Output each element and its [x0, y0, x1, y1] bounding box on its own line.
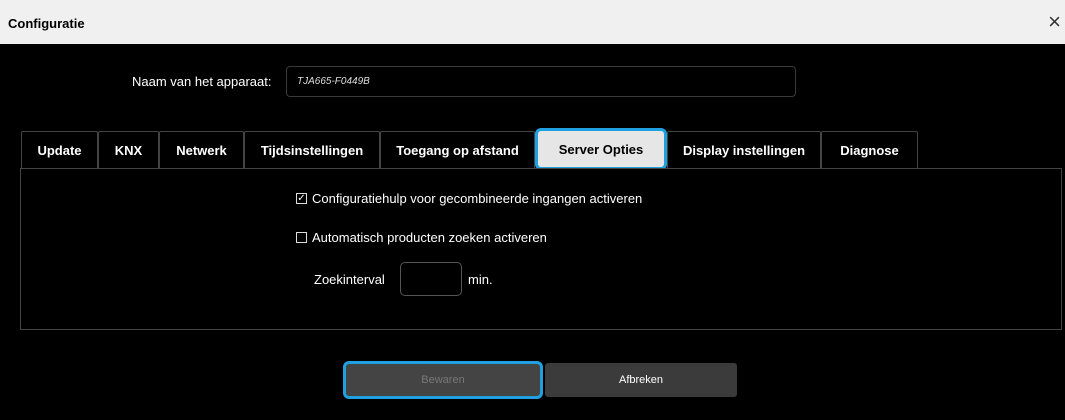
auto-search-option[interactable]: Automatisch producten zoeken activeren	[296, 230, 547, 245]
auto-search-checkbox[interactable]	[296, 232, 307, 243]
tab-display-instellingen[interactable]: Display instellingen	[667, 131, 821, 168]
config-help-label: Configuratiehulp voor gecombineerde inga…	[312, 191, 643, 206]
tab-toegang-op-afstand[interactable]: Toegang op afstand	[380, 131, 535, 168]
cancel-button[interactable]: Afbreken	[545, 363, 737, 397]
config-help-option[interactable]: ✓ Configuratiehulp voor gecombineerde in…	[296, 191, 642, 206]
tab-knx[interactable]: KNX	[98, 131, 159, 168]
interval-label: Zoekinterval	[314, 272, 385, 287]
dialog-title: Configuratie	[8, 16, 85, 31]
device-name-input[interactable]: TJA665-F0449B	[286, 66, 796, 97]
title-bar: Configuratie ×	[0, 0, 1065, 44]
save-button[interactable]: Bewaren	[343, 361, 543, 399]
tab-netwerk[interactable]: Netwerk	[159, 131, 244, 168]
auto-search-label: Automatisch producten zoeken activeren	[312, 230, 547, 245]
tab-tijdsinstellingen[interactable]: Tijdsinstellingen	[244, 131, 380, 168]
tab-server-opties[interactable]: Server Opties	[535, 128, 667, 170]
device-name-label: Naam van het apparaat:	[132, 74, 272, 89]
interval-unit: min.	[468, 272, 493, 287]
tab-update[interactable]: Update	[21, 131, 98, 168]
tab-diagnose[interactable]: Diagnose	[821, 131, 918, 168]
config-help-checkbox[interactable]: ✓	[296, 193, 307, 204]
interval-input[interactable]	[400, 262, 462, 296]
close-icon[interactable]: ×	[1048, 11, 1061, 33]
